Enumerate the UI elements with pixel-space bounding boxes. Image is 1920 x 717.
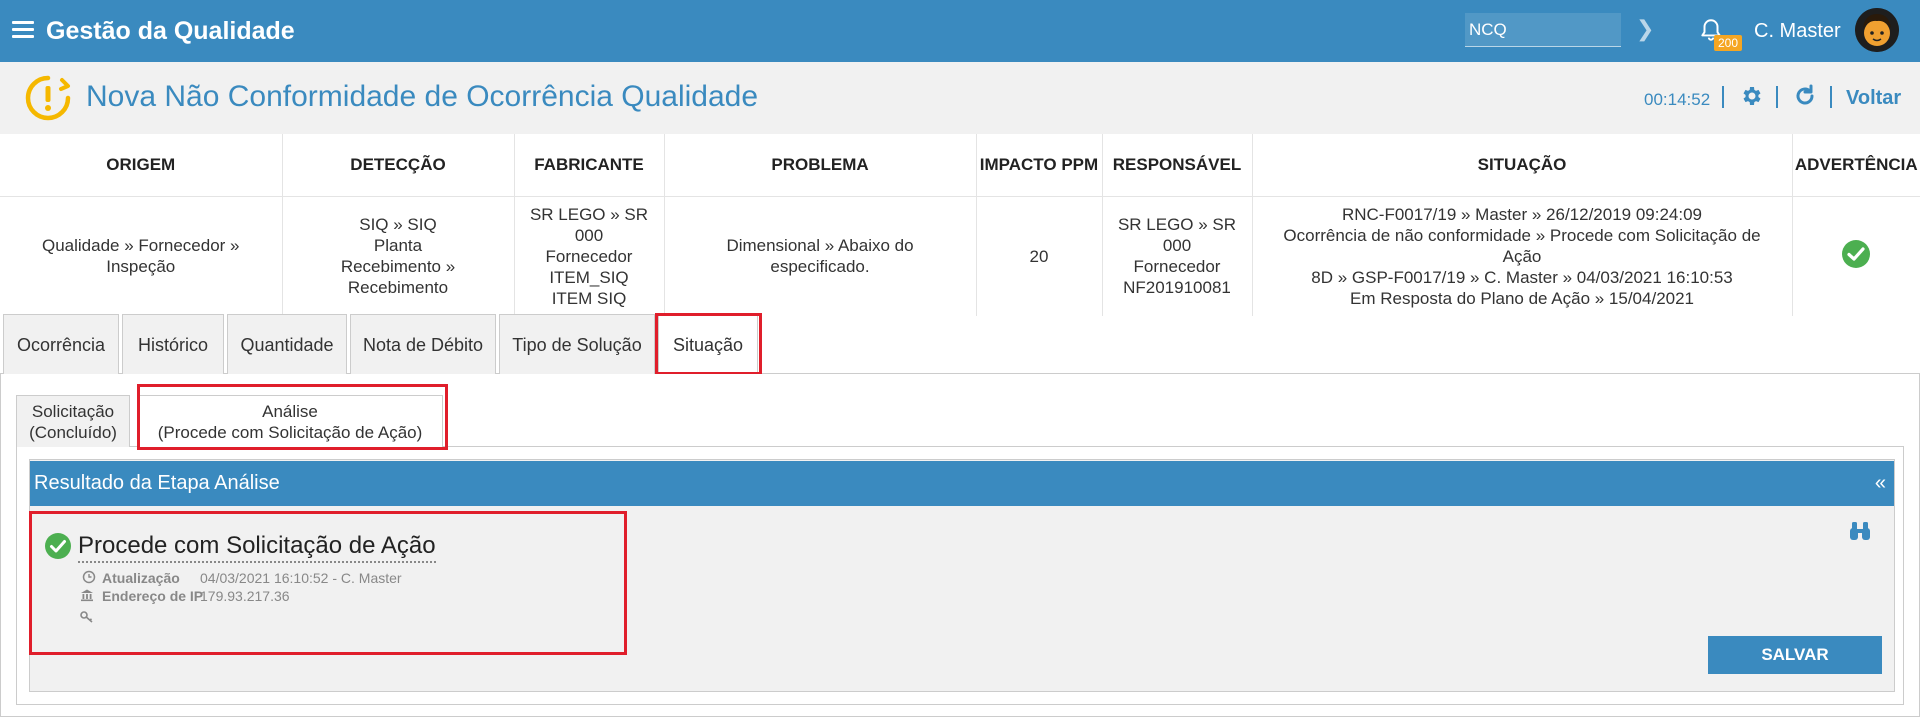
col-impacto: IMPACTO PPM <box>976 134 1103 197</box>
key-icon <box>80 611 93 623</box>
cell-advertencia <box>1792 196 1920 316</box>
page-header: Nova Não Conformidade de Ocorrência Qual… <box>0 62 1920 134</box>
search-go-icon[interactable]: ❯ <box>1636 16 1654 42</box>
binoculars-icon[interactable] <box>1848 520 1872 542</box>
panel-header: Resultado da Etapa Análise « <box>30 461 1894 506</box>
table-header-row: ORIGEM DETECÇÃO FABRICANTE PROBLEMA IMPA… <box>0 134 1920 197</box>
clock-icon <box>82 570 96 584</box>
col-problema: PROBLEMA <box>664 134 977 197</box>
cell-impacto: 20 <box>976 196 1103 316</box>
cell-responsavel: SR LEGO » SR 000 Fornecedor NF201910081 <box>1102 196 1253 316</box>
tab-nota-de-debito[interactable]: Nota de Débito <box>350 314 496 374</box>
col-responsavel: RESPONSÁVEL <box>1102 134 1253 197</box>
search-input[interactable] <box>1465 13 1621 47</box>
check-circle-icon <box>45 533 71 559</box>
ip-label: Endereço de IP <box>102 588 204 604</box>
subtab-solicitacao[interactable]: Solicitação (Concluído) <box>16 395 130 447</box>
back-link[interactable]: Voltar <box>1846 87 1901 110</box>
notification-badge: 200 <box>1714 35 1743 51</box>
summary-table: ORIGEM DETECÇÃO FABRICANTE PROBLEMA IMPA… <box>0 134 1920 316</box>
cell-deteccao: SIQ » SIQ Planta Recebimento » Recebimento <box>282 196 515 316</box>
session-timer: 00:14:52 <box>1644 90 1711 109</box>
col-advertencia: ADVERTÊNCIA <box>1792 134 1920 197</box>
update-label: Atualização <box>102 570 180 586</box>
refresh-icon[interactable] <box>1793 84 1817 108</box>
bank-icon <box>81 589 93 602</box>
result-title[interactable]: Procede com Solicitação de Ação <box>78 532 436 563</box>
save-button[interactable]: SALVAR <box>1708 636 1882 674</box>
update-value: 04/03/2021 16:10:52 - C. Master <box>200 570 402 586</box>
collapse-icon[interactable]: « <box>1875 461 1886 506</box>
subtabs: Solicitação (Concluído) Análise (Procede c… <box>16 395 1904 448</box>
top-bar: Gestão da Qualidade ❯ 200 C. Master <box>0 0 1920 62</box>
check-circle-icon <box>1842 239 1871 268</box>
col-origem: ORIGEM <box>0 134 283 197</box>
cell-problema: Dimensional » Abaixo do especificado. <box>664 196 977 316</box>
tab-ocorrencia[interactable]: Ocorrência <box>3 314 119 374</box>
gear-icon[interactable] <box>1740 84 1764 108</box>
table-row: Qualidade » Fornecedor » Inspeção SIQ » S… <box>0 196 1920 316</box>
tab-historico[interactable]: Histórico <box>122 314 224 374</box>
cell-fabricante: SR LEGO » SR 000 Fornecedor ITEM_SIQ ITEM SI… <box>514 196 665 316</box>
col-fabricante: FABRICANTE <box>514 134 665 197</box>
divider <box>1776 86 1778 108</box>
cell-origem: Qualidade » Fornecedor » Inspeção <box>0 196 283 316</box>
col-situacao: SITUAÇÃO <box>1252 134 1793 197</box>
menu-icon[interactable] <box>12 21 34 39</box>
tab-tipo-de-solucao[interactable]: Tipo de Solução <box>499 314 655 374</box>
pending-clock-icon <box>25 75 71 121</box>
tab-situacao[interactable]: Situação <box>658 314 758 375</box>
cell-situacao: RNC-F0017/19 » Master » 26/12/2019 09:24… <box>1252 196 1793 316</box>
divider <box>1830 86 1832 108</box>
tab-quantidade[interactable]: Quantidade <box>227 314 347 374</box>
user-name[interactable]: C. Master <box>1754 20 1841 43</box>
subtab-analise[interactable]: Análise (Procede com Solicitação de Ação) <box>137 395 443 448</box>
main-tabs: Ocorrência Histórico Quantidade Nota de … <box>0 314 1920 375</box>
panel-header-title: Resultado da Etapa Análise <box>34 472 280 494</box>
col-deteccao: DETECÇÃO <box>282 134 515 197</box>
page-title: Nova Não Conformidade de Ocorrência Qual… <box>86 80 759 113</box>
app-title: Gestão da Qualidade <box>46 17 295 45</box>
divider <box>1722 86 1724 108</box>
ip-value: 179.93.217.36 <box>200 588 290 604</box>
avatar[interactable] <box>1855 8 1899 52</box>
